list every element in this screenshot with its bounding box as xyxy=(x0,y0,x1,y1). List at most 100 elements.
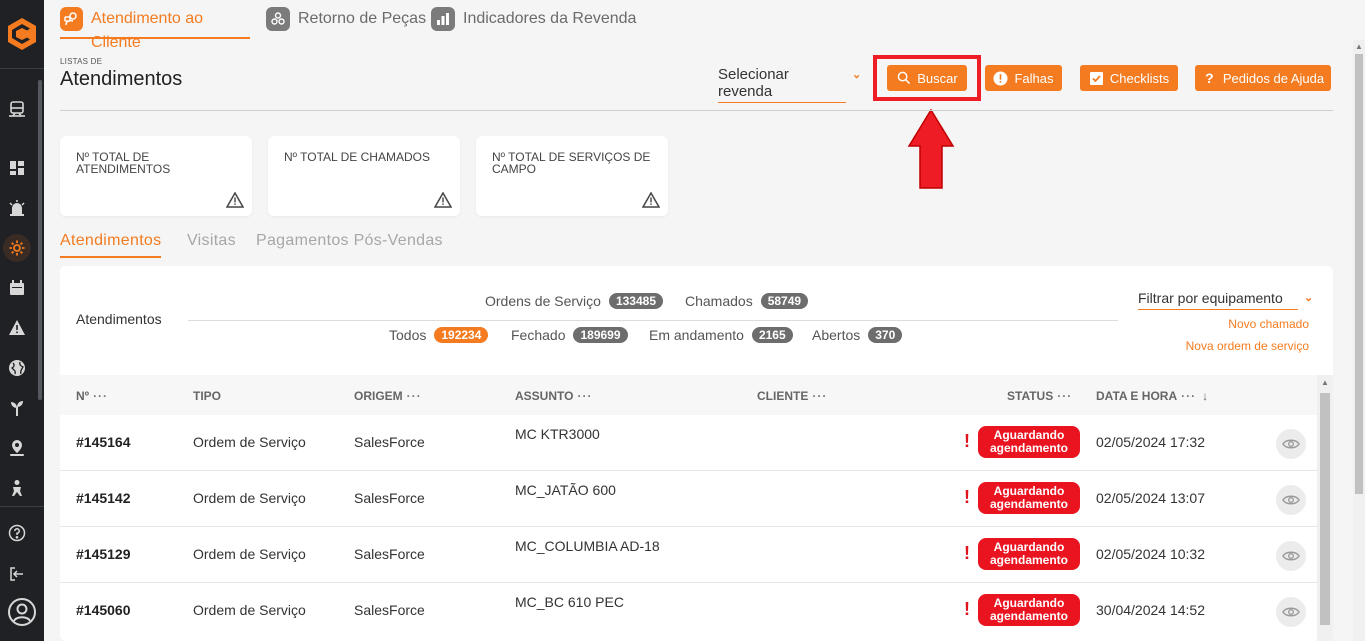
status-badge: Aguardando agendamento xyxy=(978,482,1080,514)
column-header-data[interactable]: DATA E HORA ··· ↓ xyxy=(1096,389,1208,403)
sidebar-divider xyxy=(0,68,44,69)
column-header-status[interactable]: STATUS ··· xyxy=(1007,389,1072,403)
page-scrollbar[interactable]: ▲ xyxy=(1353,40,1365,641)
stat-em-andamento[interactable]: Em andamento 2165 xyxy=(649,327,793,343)
subtab-visitas[interactable]: Visitas xyxy=(187,232,236,258)
view-eye-icon[interactable] xyxy=(1276,541,1306,571)
person-icon[interactable] xyxy=(7,478,27,498)
gear-wrench-icon[interactable] xyxy=(3,234,31,262)
stat-todos[interactable]: Todos 192234 xyxy=(389,327,489,343)
status-text: agendamento xyxy=(989,441,1068,455)
total-chamados-card: Nº TOTAL DE CHAMADOS xyxy=(268,136,460,216)
scroll-up-icon[interactable]: ▲ xyxy=(1355,42,1363,51)
sort-down-icon[interactable]: ↓ xyxy=(1202,389,1208,403)
ajuda-label: Pedidos de Ajuda xyxy=(1222,70,1325,86)
view-eye-icon[interactable] xyxy=(1276,597,1306,627)
nova-ordem-link[interactable]: Nova ordem de serviço xyxy=(1169,339,1309,353)
table-scrollbar[interactable]: ▲ xyxy=(1317,375,1333,641)
chevron-down-icon[interactable]: ⌄ xyxy=(1304,291,1313,304)
train-icon[interactable] xyxy=(7,99,27,119)
more-icon[interactable]: ··· xyxy=(577,389,592,403)
more-icon[interactable]: ··· xyxy=(1181,389,1196,403)
stat-label: Todos xyxy=(389,327,427,343)
status-badge: Aguardando agendamento xyxy=(978,538,1080,570)
more-icon[interactable]: ··· xyxy=(407,389,422,403)
logout-icon[interactable] xyxy=(7,564,27,584)
sidebar-scrollbar[interactable] xyxy=(38,80,42,400)
stat-label: Chamados xyxy=(685,293,753,309)
page-title: Atendimentos xyxy=(60,68,183,90)
more-icon[interactable]: ··· xyxy=(93,389,108,403)
tab-atendimento[interactable]: Atendimento ao Cliente xyxy=(60,7,250,51)
plant-icon[interactable] xyxy=(7,398,27,418)
row-number: #145129 xyxy=(76,546,131,562)
row-origem: SalesForce xyxy=(354,434,425,450)
tab-retorno-pecas[interactable]: Retorno de Peças xyxy=(266,7,426,39)
stat-abertos[interactable]: Abertos 370 xyxy=(812,327,903,343)
logo-icon[interactable] xyxy=(6,16,38,52)
novo-chamado-link[interactable]: Novo chamado xyxy=(1169,317,1309,331)
help-icon[interactable] xyxy=(7,523,27,543)
stat-ordens[interactable]: Ordens de Serviço 133485 xyxy=(485,293,663,309)
checklists-label: Checklists xyxy=(1109,70,1170,86)
subtab-pagamentos[interactable]: Pagamentos Pós-Vendas xyxy=(256,232,443,258)
stat-chamados[interactable]: Chamados 58749 xyxy=(685,293,809,309)
support-icon xyxy=(60,7,83,31)
warning-icon xyxy=(226,192,244,208)
chevron-down-icon[interactable]: ⌄ xyxy=(852,68,861,81)
select-revenda-dropdown[interactable]: Selecionar revenda xyxy=(718,66,846,103)
tab-indicadores[interactable]: Indicadores da Revenda xyxy=(431,7,636,39)
column-header-cliente[interactable]: CLIENTE ··· xyxy=(757,389,827,403)
falhas-button[interactable]: Falhas xyxy=(985,65,1062,91)
subtab-atendimentos[interactable]: Atendimentos xyxy=(60,232,162,258)
view-eye-icon[interactable] xyxy=(1276,429,1306,459)
table-row[interactable]: #145142 Ordem de Serviço SalesForce MC_J… xyxy=(60,471,1317,527)
alert-circle-icon xyxy=(993,71,1008,86)
panel-title: Atendimentos xyxy=(76,311,162,327)
header-label: TIPO xyxy=(193,389,222,403)
falhas-label: Falhas xyxy=(1014,70,1054,86)
table-row[interactable]: #145060 Ordem de Serviço SalesForce MC_B… xyxy=(60,583,1317,639)
header-label: ASSUNTO xyxy=(515,389,574,403)
status-text: agendamento xyxy=(989,497,1068,511)
header-label: CLIENTE xyxy=(757,389,809,403)
more-icon[interactable]: ··· xyxy=(812,389,827,403)
tab-label: Indicadores da Revenda xyxy=(463,10,637,27)
calendar-icon[interactable] xyxy=(7,278,27,298)
count-badge: 58749 xyxy=(760,293,809,309)
red-arrow-annotation xyxy=(907,108,955,189)
checklists-button[interactable]: Checklists xyxy=(1080,65,1178,91)
atendimentos-panel: Atendimentos Ordens de Serviço 133485 Ch… xyxy=(60,266,1333,641)
scrollbar-thumb[interactable] xyxy=(1355,54,1363,494)
scroll-up-icon[interactable]: ▲ xyxy=(1321,378,1329,387)
count-badge: 2165 xyxy=(751,327,793,343)
user-icon[interactable] xyxy=(6,596,38,628)
stat-label: Ordens de Serviço xyxy=(485,293,601,309)
table-row[interactable]: #145164 Ordem de Serviço SalesForce MC K… xyxy=(60,415,1317,471)
column-header-origem[interactable]: ORIGEM ··· xyxy=(354,389,422,403)
question-icon: ? xyxy=(1205,70,1214,86)
column-header-tipo[interactable]: TIPO xyxy=(193,389,221,403)
row-assunto: MC_COLUMBIA AD-18 xyxy=(515,538,660,554)
warning-icon[interactable] xyxy=(7,318,27,338)
column-header-assunto[interactable]: ASSUNTO ··· xyxy=(515,389,592,403)
row-data: 02/05/2024 10:32 xyxy=(1096,546,1205,562)
column-header-num[interactable]: Nº ··· xyxy=(76,389,108,403)
pedidos-ajuda-button[interactable]: ? Pedidos de Ajuda xyxy=(1195,65,1331,91)
row-tipo: Ordem de Serviço xyxy=(193,546,306,562)
count-badge: 189699 xyxy=(573,327,628,343)
globe-icon[interactable] xyxy=(7,358,27,378)
view-eye-icon[interactable] xyxy=(1276,485,1306,515)
location-icon[interactable] xyxy=(7,438,27,458)
total-servicos-campo-card: Nº TOTAL DE SERVIÇOS DE CAMPO xyxy=(476,136,668,216)
table-row[interactable]: #145129 Ordem de Serviço SalesForce MC_C… xyxy=(60,527,1317,583)
scrollbar-thumb[interactable] xyxy=(1320,393,1330,625)
stat-fechado[interactable]: Fechado 189699 xyxy=(511,327,628,343)
row-tipo: Ordem de Serviço xyxy=(193,490,306,506)
count-badge: 192234 xyxy=(434,327,489,343)
alarm-icon[interactable] xyxy=(7,198,27,218)
filtrar-equipamento-dropdown[interactable]: Filtrar por equipamento xyxy=(1138,290,1298,310)
dashboard-icon[interactable] xyxy=(7,158,27,178)
more-icon[interactable]: ··· xyxy=(1057,389,1072,403)
warning-icon xyxy=(642,192,660,208)
